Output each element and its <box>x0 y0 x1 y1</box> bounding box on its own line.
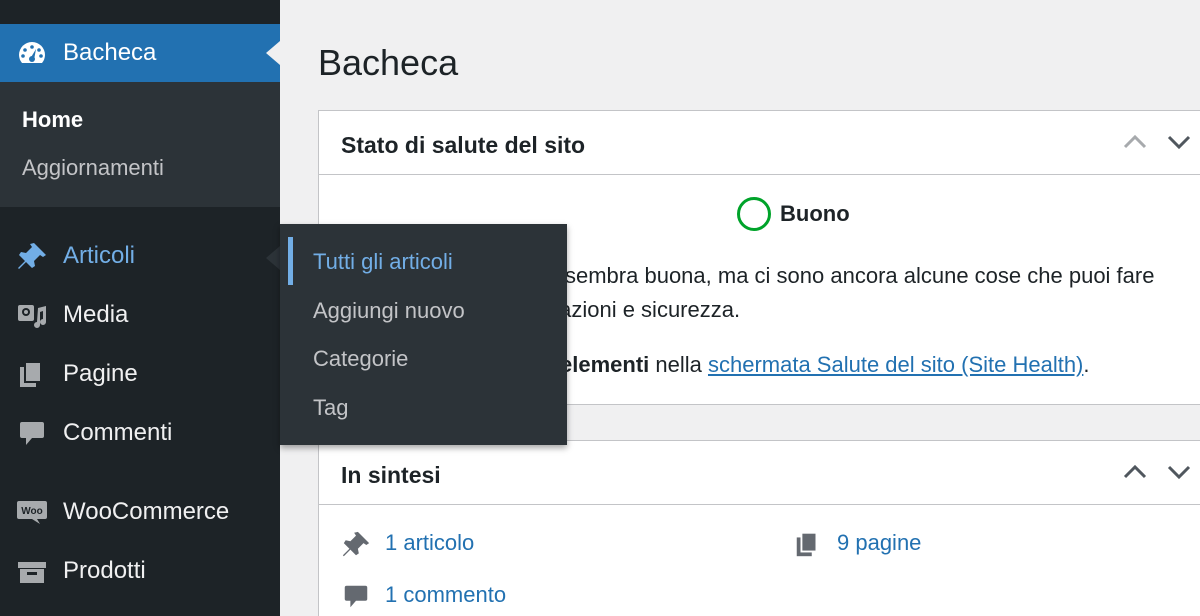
health-text-line3: elementi nella schermata Salute del sito… <box>560 352 1090 378</box>
media-icon <box>18 305 46 328</box>
chevron-down-icon[interactable] <box>1165 131 1193 153</box>
admin-sidebar: Bacheca Home Aggiornamenti Articoli Medi… <box>0 0 280 616</box>
site-health-link[interactable]: schermata Salute del sito (Site Health) <box>708 352 1083 377</box>
current-menu-arrow <box>266 41 280 65</box>
articoli-flyout-menu: Tutti gli articoli Aggiungi nuovo Catego… <box>280 224 567 445</box>
health-text-mid: nella <box>649 352 708 377</box>
active-indicator <box>288 237 293 285</box>
flyout-item-categorie[interactable]: Categorie <box>313 346 408 372</box>
glance-comments-link[interactable]: 1 commento <box>385 582 506 608</box>
chevron-up-icon[interactable] <box>1121 131 1149 153</box>
health-text-line2: tazioni e sicurezza. <box>553 297 741 322</box>
submenu-item-aggiornamenti[interactable]: Aggiornamenti <box>22 155 164 181</box>
menu-item-media[interactable]: Media <box>0 290 280 340</box>
flyout-item-aggiungi-nuovo[interactable]: Aggiungi nuovo <box>313 298 465 324</box>
menu-label-commenti: Commenti <box>63 419 173 446</box>
glance-pages-link[interactable]: 9 pagine <box>837 530 921 556</box>
site-health-header: Stato di salute del sito <box>319 111 1200 175</box>
pages-icon <box>20 361 42 387</box>
menu-item-articoli[interactable]: Articoli <box>0 231 280 281</box>
menu-label-bacheca: Bacheca <box>63 39 157 66</box>
menu-label-media: Media <box>63 301 129 328</box>
comment-icon <box>20 422 44 445</box>
health-text-end: . <box>1083 352 1090 377</box>
dashboard-submenu: Home Aggiornamenti <box>0 82 280 207</box>
menu-item-bacheca[interactable]: Bacheca <box>0 24 280 82</box>
glance-posts-link[interactable]: 1 articolo <box>385 530 474 556</box>
pin-icon <box>342 531 370 557</box>
site-health-title: Stato di salute del sito <box>341 132 586 158</box>
page-title: Bacheca <box>318 42 459 83</box>
health-status-label: Buono <box>780 201 850 226</box>
at-a-glance-title: In sintesi <box>341 462 441 488</box>
submenu-item-home[interactable]: Home <box>22 107 83 133</box>
archive-icon <box>18 562 46 583</box>
woo-icon: Woo <box>17 501 47 524</box>
health-text-bold: elementi <box>560 352 650 377</box>
menu-item-prodotti[interactable]: Prodotti <box>0 546 280 596</box>
dashboard-icon <box>19 42 45 63</box>
menu-item-pagine[interactable]: Pagine <box>0 349 280 399</box>
chevron-down-icon[interactable] <box>1165 461 1193 483</box>
health-status-ring-icon <box>737 197 771 231</box>
at-a-glance-header: In sintesi <box>319 441 1200 505</box>
flyout-item-tag[interactable]: Tag <box>313 395 348 421</box>
health-text-line1: sembra buona, ma ci sono ancora alcune c… <box>565 263 1155 288</box>
menu-label-pagine: Pagine <box>63 360 138 387</box>
hover-menu-arrow <box>266 246 280 270</box>
pages-icon <box>796 531 818 557</box>
chevron-up-icon[interactable] <box>1121 461 1149 483</box>
flyout-item-tutti-gli-articoli[interactable]: Tutti gli articoli <box>313 249 453 275</box>
pin-icon <box>18 243 46 269</box>
health-status: Buono <box>737 197 957 231</box>
menu-item-woocommerce[interactable]: Woo WooCommerce <box>0 487 280 537</box>
comment-icon <box>344 585 368 608</box>
at-a-glance-widget: In sintesi 1 articolo 9 pagine 1 comment… <box>318 440 1200 616</box>
menu-label-prodotti: Prodotti <box>63 557 146 584</box>
svg-text:Woo: Woo <box>21 506 42 517</box>
menu-label-articoli: Articoli <box>63 242 136 269</box>
menu-item-commenti[interactable]: Commenti <box>0 408 280 458</box>
menu-label-woocommerce: WooCommerce <box>63 498 230 525</box>
